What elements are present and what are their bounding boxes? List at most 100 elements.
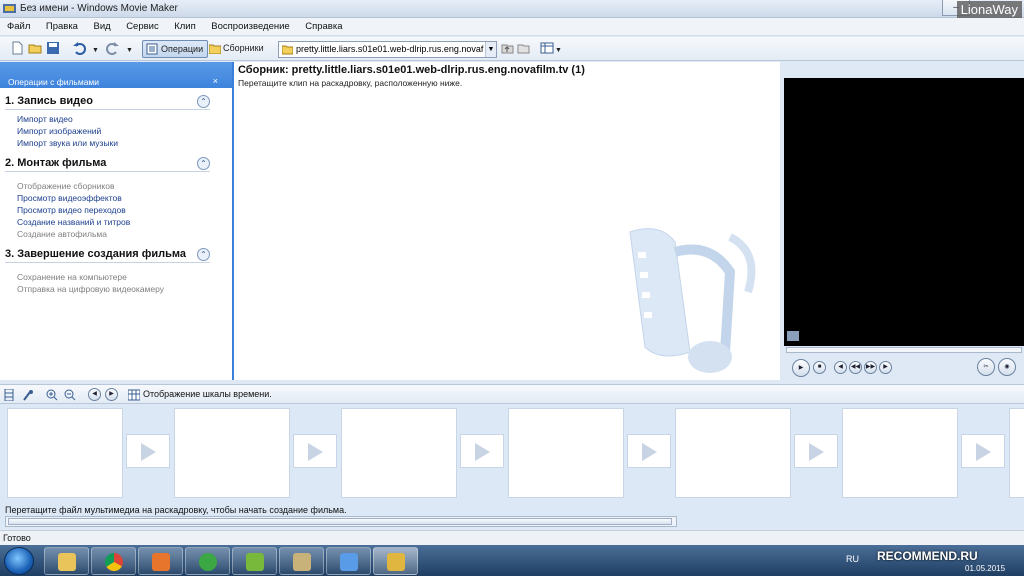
play-storyboard-icon[interactable]: ▶ <box>105 388 118 401</box>
collections-button[interactable]: Сборники <box>208 40 264 58</box>
menu-tools[interactable]: Сервис <box>119 18 165 32</box>
split-clip-icon[interactable]: ✂ <box>977 358 995 376</box>
task-link[interactable]: Импорт видео <box>17 113 210 125</box>
film-music-background-icon <box>629 228 756 373</box>
transition-slot[interactable] <box>961 434 1005 468</box>
storyboard-frame[interactable] <box>174 408 290 498</box>
close-icon[interactable]: × <box>213 76 218 86</box>
storyboard-frame[interactable] <box>341 408 457 498</box>
taskbar-movie-maker[interactable] <box>373 547 418 575</box>
transition-slot[interactable] <box>460 434 504 468</box>
storyboard-hint: Перетащите файл мультимедиа на раскадров… <box>5 505 347 515</box>
folder-icon <box>209 44 221 54</box>
transition-slot[interactable] <box>126 434 170 468</box>
taskbar-utorrent[interactable] <box>185 547 230 575</box>
menu-file[interactable]: Файл <box>0 18 36 32</box>
clock-date[interactable]: 01.05.2015 <box>965 564 1005 573</box>
take-picture-icon[interactable]: ◉ <box>998 358 1016 376</box>
movie-maker-icon <box>3 4 16 13</box>
folder-icon <box>58 553 76 571</box>
app-icon <box>246 553 264 571</box>
window-title: Без имени - Windows Movie Maker <box>20 3 178 14</box>
zoom-out-icon[interactable] <box>64 389 76 401</box>
rewind-storyboard-icon[interactable]: ◀ <box>88 388 101 401</box>
stop-icon[interactable]: ■ <box>813 361 826 374</box>
start-button-icon[interactable] <box>4 547 34 575</box>
taskbar-drive[interactable] <box>279 547 324 575</box>
section-title[interactable]: 3. Завершение создания фильма <box>5 248 210 263</box>
task-link[interactable]: Импорт изображений <box>17 125 210 137</box>
new-collection-icon[interactable] <box>516 41 530 55</box>
menu-help[interactable]: Справка <box>298 18 348 32</box>
task-link[interactable]: Импорт звука или музыки <box>17 137 210 149</box>
recommend-watermark: RECOMMEND.RU <box>877 549 978 563</box>
status-text: Готово <box>3 533 31 543</box>
up-level-icon[interactable] <box>500 41 514 55</box>
previous-frame-icon[interactable]: ◀ <box>834 361 847 374</box>
storyboard[interactable]: Перетащите файл мультимедиа на раскадров… <box>0 404 1024 528</box>
redo-icon[interactable] <box>106 41 120 55</box>
storyboard-frame[interactable] <box>1009 408 1024 498</box>
show-timeline-label[interactable]: Отображение шкалы времени. <box>143 389 272 399</box>
collection-area[interactable]: Сборник: pretty.little.liars.s01e01.web-… <box>234 62 780 380</box>
main-toolbar: ▼ ▼ Операции Сборники ▼ <box>0 37 1024 61</box>
taskbar-network[interactable] <box>326 547 371 575</box>
video-screen <box>784 78 1024 346</box>
transition-slot[interactable] <box>627 434 671 468</box>
operations-label: Операции <box>161 44 204 54</box>
taskbar-media-player[interactable] <box>138 547 183 575</box>
play-icon[interactable]: ▶ <box>792 359 810 377</box>
seek-bar[interactable] <box>786 347 1022 353</box>
rewind-icon[interactable]: ◀◀ <box>849 361 862 374</box>
undo-dropdown-icon[interactable]: ▼ <box>92 42 99 60</box>
collection-select[interactable]: pretty.little.liars.s01e01.web-dlrip.rus… <box>278 41 497 58</box>
language-indicator[interactable]: RU <box>846 554 859 564</box>
section-title[interactable]: 1. Запись видео <box>5 95 210 110</box>
storyboard-frame[interactable] <box>7 408 123 498</box>
task-link[interactable]: Просмотр видеоэффектов <box>17 192 210 204</box>
drive-icon <box>293 553 311 571</box>
collapse-icon[interactable]: ⌃ <box>197 248 210 261</box>
redo-dropdown-icon[interactable]: ▼ <box>126 42 133 60</box>
collapse-icon[interactable]: ⌃ <box>197 95 210 108</box>
view-options-icon[interactable] <box>540 41 554 55</box>
view-options-dropdown-icon[interactable]: ▼ <box>555 42 562 60</box>
menu-playback[interactable]: Воспроизведение <box>204 18 295 32</box>
scrollbar-thumb[interactable] <box>8 518 672 525</box>
next-frame-icon[interactable]: ▶ <box>879 361 892 374</box>
transition-slot[interactable] <box>293 434 337 468</box>
title-bar: Без имени - Windows Movie Maker – LionaW… <box>0 0 1024 18</box>
menu-clip[interactable]: Клип <box>167 18 202 32</box>
task-link[interactable]: Создание названий и титров <box>17 216 210 228</box>
movie-tasks-pane: Операции с фильмами × 1. Запись видео ⌃ … <box>0 62 234 380</box>
timeline-icon[interactable] <box>128 389 140 401</box>
taskbar-app[interactable] <box>232 547 277 575</box>
section-edit-movie: 2. Монтаж фильма ⌃ Отображение сборников… <box>5 157 210 240</box>
collection-title: Сборник: pretty.little.liars.s01e01.web-… <box>238 64 585 76</box>
zoom-in-icon[interactable] <box>46 389 58 401</box>
narration-icon[interactable] <box>4 389 14 401</box>
storyboard-frame[interactable] <box>842 408 958 498</box>
watermark: LionaWay <box>956 1 1022 18</box>
snapshot-icon[interactable] <box>787 331 799 341</box>
new-project-icon[interactable] <box>10 41 24 55</box>
open-project-icon[interactable] <box>28 41 42 55</box>
undo-icon[interactable] <box>72 41 86 55</box>
taskbar-chrome[interactable] <box>91 547 136 575</box>
chevron-down-icon[interactable]: ▼ <box>485 42 496 57</box>
taskbar-explorer[interactable] <box>44 547 89 575</box>
save-icon[interactable] <box>46 41 60 55</box>
collapse-icon[interactable]: ⌃ <box>197 157 210 170</box>
task-link[interactable]: Просмотр видео переходов <box>17 204 210 216</box>
menu-edit[interactable]: Правка <box>39 18 84 32</box>
storyboard-scrollbar[interactable] <box>5 516 677 527</box>
transition-slot[interactable] <box>794 434 838 468</box>
storyboard-frame[interactable] <box>675 408 791 498</box>
audio-levels-icon[interactable] <box>22 389 34 401</box>
fast-forward-icon[interactable]: ▶▶ <box>864 361 877 374</box>
section-title[interactable]: 2. Монтаж фильма <box>5 157 210 172</box>
collection-hint: Перетащите клип на раскадровку, располож… <box>238 78 463 88</box>
storyboard-frame[interactable] <box>508 408 624 498</box>
operations-button[interactable]: Операции <box>142 40 209 58</box>
menu-view[interactable]: Вид <box>86 18 116 32</box>
